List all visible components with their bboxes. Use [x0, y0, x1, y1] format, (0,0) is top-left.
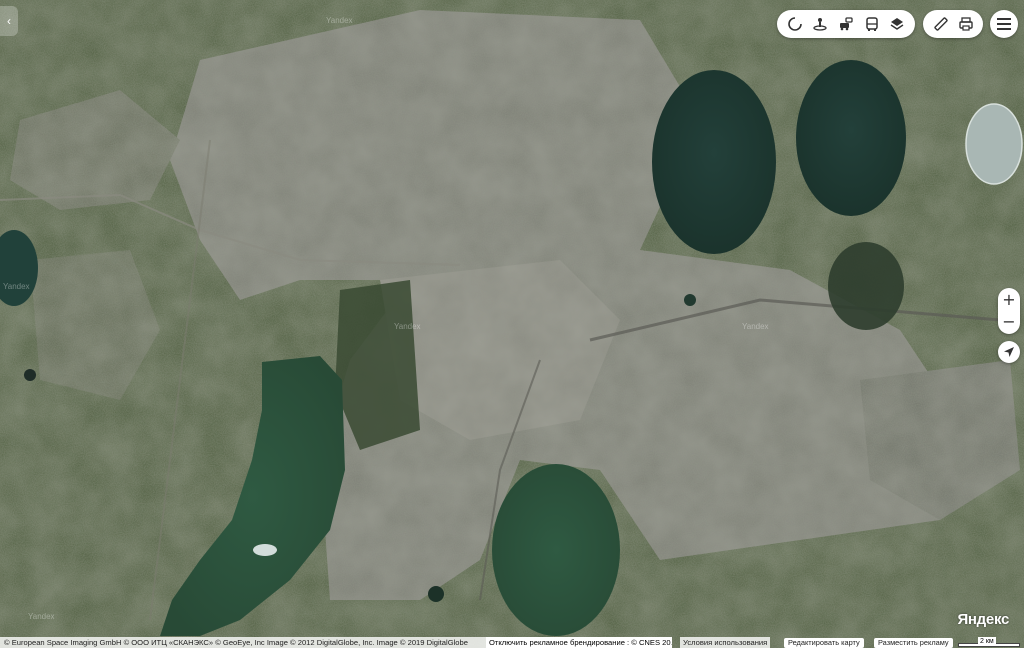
map-tools-toolbar	[923, 10, 983, 38]
panel-toggle-button[interactable]: ‹	[0, 6, 18, 36]
map-watermark: Yandex	[742, 322, 769, 331]
zoom-in-button[interactable]: +	[1002, 290, 1015, 310]
place-ad-button[interactable]: Разместить рекламу	[874, 638, 953, 648]
transport-icon	[865, 17, 878, 31]
map-watermark: Yandex	[3, 282, 30, 291]
ruler-icon	[933, 17, 948, 31]
panorama-icon	[813, 18, 828, 31]
traffic-button[interactable]	[783, 12, 807, 36]
ruler-button[interactable]	[929, 12, 952, 36]
disable-ad-branding-link[interactable]: Отключить рекламное брендирование : © CN…	[486, 637, 672, 648]
satellite-imagery[interactable]	[0, 0, 1024, 648]
geolocation-icon	[1004, 347, 1014, 357]
satellite-map[interactable]: Yandex Yandex Yandex Yandex Yandex	[0, 0, 1024, 648]
lake-north-1	[652, 70, 776, 254]
map-watermark: Yandex	[394, 322, 421, 331]
map-watermark: Yandex	[326, 16, 353, 25]
layers-button[interactable]	[885, 12, 909, 36]
scale-bar: 2 км	[958, 637, 1020, 648]
chevron-left-icon: ‹	[7, 14, 11, 28]
map-layers-toolbar	[777, 10, 915, 38]
terms-of-use-link[interactable]: Условия использования	[680, 637, 771, 648]
zoom-control: + −	[998, 288, 1020, 334]
scale-label: 2 км	[978, 637, 996, 646]
lake-north-2	[796, 60, 906, 216]
lake-south	[492, 464, 620, 636]
print-icon	[958, 17, 973, 31]
layers-icon	[890, 18, 904, 30]
attribution-text: © European Space Imaging GmbH © ООО ИТЦ …	[0, 637, 490, 648]
transport-button[interactable]	[860, 12, 884, 36]
panorama-button[interactable]	[809, 12, 833, 36]
print-button[interactable]	[954, 12, 977, 36]
edit-map-button[interactable]: Редактировать карту	[784, 638, 864, 648]
menu-button[interactable]	[990, 10, 1018, 38]
routes-button[interactable]	[834, 12, 858, 36]
menu-icon	[997, 18, 1011, 30]
map-watermark: Yandex	[28, 612, 55, 621]
marsh-lake	[828, 242, 904, 330]
drained-lake	[965, 103, 1023, 185]
zoom-out-button[interactable]: −	[1002, 312, 1015, 332]
traffic-icon	[787, 17, 802, 31]
geolocation-button[interactable]	[998, 341, 1020, 363]
yandex-logo[interactable]: Яндекс	[957, 611, 1009, 628]
routes-icon	[839, 17, 853, 31]
